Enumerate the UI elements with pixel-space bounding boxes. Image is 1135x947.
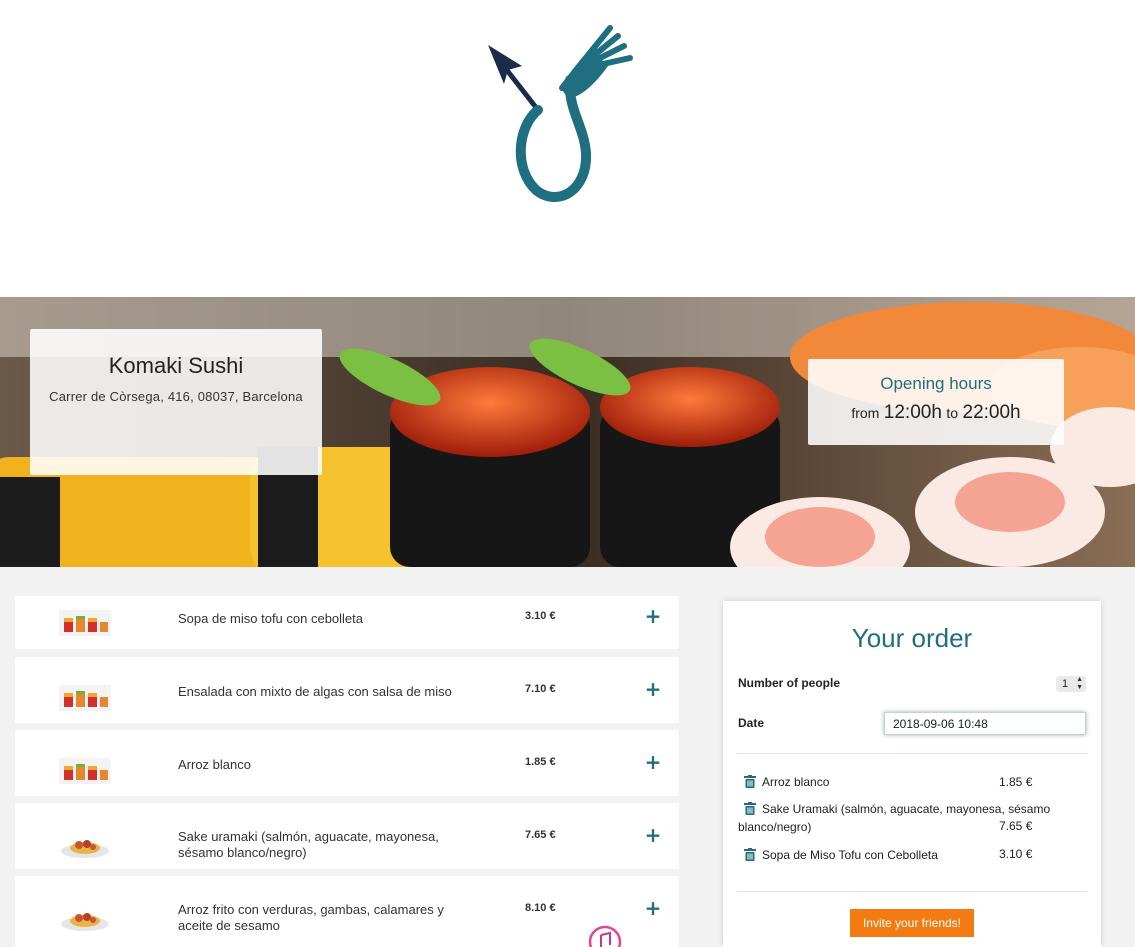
menu-item-price: 7.65 € bbox=[525, 829, 556, 841]
menu-item: Arroz blanco 1.85 € + bbox=[15, 730, 679, 796]
order-title: Your order bbox=[851, 623, 973, 653]
hours-open-time: 12:00h bbox=[883, 402, 942, 423]
hours-to-word: to bbox=[946, 405, 959, 421]
restaurant-name: Komaki Sushi bbox=[108, 353, 244, 378]
menu-item-price: 3.10 € bbox=[525, 610, 556, 622]
date-label: Date bbox=[738, 716, 765, 730]
order-line-price: 1.85 € bbox=[999, 775, 1033, 789]
restaurant-info-card: Komaki Sushi Carrer de Còrsega, 416, 080… bbox=[30, 329, 322, 475]
menu-item-price: 8.10 € bbox=[525, 902, 556, 914]
restaurant-address: Carrer de Còrsega, 416, 08037, Barcelona bbox=[49, 389, 303, 404]
dish-plate-icon bbox=[59, 906, 111, 932]
sushi-rolls-icon bbox=[59, 758, 111, 784]
people-stepper[interactable]: 1 ▲ ▼ bbox=[1056, 676, 1086, 692]
trash-icon[interactable] bbox=[744, 848, 756, 861]
menu-item: Sake uramaki (salmón, aguacate, mayonesa… bbox=[15, 803, 679, 869]
stepper-arrows-icon[interactable]: ▲ ▼ bbox=[1076, 676, 1083, 692]
menu-item-price: 1.85 € bbox=[525, 756, 556, 768]
menu-item: Ensalada con mixto de algas con salsa de… bbox=[15, 657, 679, 723]
menu-item: Arroz frito con verduras, gambas, calama… bbox=[15, 876, 679, 947]
sushi-rolls-icon bbox=[59, 685, 111, 711]
people-value: 1 bbox=[1062, 678, 1069, 690]
order-line: Sopa de Miso Tofu con Cebolleta bbox=[738, 846, 1088, 864]
dish-plate-icon bbox=[59, 833, 111, 859]
menu-item-price: 7.10 € bbox=[525, 683, 556, 695]
invite-friends-button[interactable]: Invite your friends! bbox=[850, 909, 974, 937]
fork-arrow-logo-icon bbox=[488, 25, 633, 203]
sushi-rolls-icon bbox=[59, 610, 111, 636]
divider bbox=[737, 753, 1087, 754]
opening-hours-card: Opening hours from 12:00h to 22:00h bbox=[808, 359, 1064, 445]
people-label: Number of people bbox=[738, 676, 841, 690]
hours-from-word: from bbox=[851, 405, 880, 421]
order-line-price: 3.10 € bbox=[999, 847, 1033, 861]
hours-close-time: 22:00h bbox=[962, 402, 1021, 423]
add-item-button[interactable]: + bbox=[644, 898, 662, 918]
menu-item-name: Arroz blanco bbox=[178, 757, 251, 772]
add-item-button[interactable]: + bbox=[644, 825, 662, 845]
add-item-button[interactable]: + bbox=[644, 752, 662, 772]
menu-item-name: Ensalada con mixto de algas con salsa de… bbox=[178, 684, 452, 699]
divider bbox=[737, 891, 1087, 892]
order-line: Sake Uramaki (salmón, aguacate, mayonesa… bbox=[738, 800, 1088, 836]
order-line-name: Arroz blanco bbox=[762, 775, 830, 789]
add-item-button[interactable]: + bbox=[644, 606, 662, 626]
opening-hours-title: Opening hours bbox=[880, 374, 992, 393]
order-line-name: Sopa de Miso Tofu con Cebolleta bbox=[762, 848, 938, 862]
menu-item-name: Sake uramaki (salmón, aguacate, mayonesa… bbox=[178, 829, 439, 860]
music-note-icon[interactable] bbox=[588, 925, 622, 947]
trash-icon[interactable] bbox=[744, 802, 756, 815]
order-line-price: 7.65 € bbox=[999, 819, 1033, 833]
menu-item-name: Arroz frito con verduras, gambas, calama… bbox=[178, 902, 444, 933]
menu-item-name: Sopa de miso tofu con cebolleta bbox=[178, 611, 364, 626]
add-item-button[interactable]: + bbox=[644, 679, 662, 699]
app-logo[interactable] bbox=[458, 18, 676, 218]
page-header bbox=[0, 0, 1135, 297]
trash-icon[interactable] bbox=[744, 775, 756, 788]
menu-item: Sopa de miso tofu con cebolleta 3.10 € + bbox=[15, 596, 679, 649]
date-field[interactable]: 2018-09-06 10:48 bbox=[884, 712, 1086, 735]
order-line: Arroz blanco bbox=[738, 773, 1088, 791]
opening-hours-range: from 12:00h to 22:00h bbox=[808, 402, 1064, 424]
order-panel: Your order Number of people 1 ▲ ▼ Date 20… bbox=[723, 601, 1101, 947]
